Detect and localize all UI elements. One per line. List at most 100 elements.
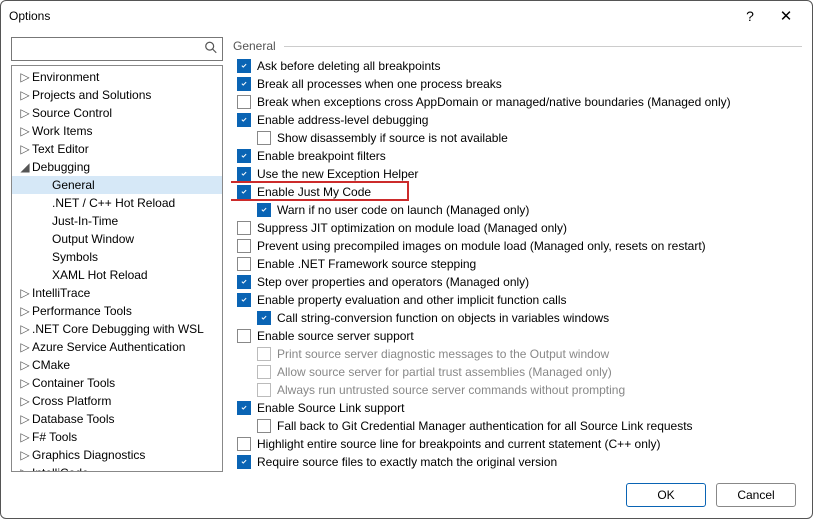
tree-item[interactable]: Output Window — [12, 230, 222, 248]
tree-item[interactable]: .NET / C++ Hot Reload — [12, 194, 222, 212]
option-row[interactable]: Use the new Exception Helper — [231, 165, 792, 183]
option-row[interactable]: Warn if no user code on launch (Managed … — [231, 201, 792, 219]
tree-item[interactable]: ▷Work Items — [12, 122, 222, 140]
option-row[interactable]: Call string-conversion function on objec… — [231, 309, 792, 327]
close-button[interactable]: ✕ — [768, 1, 804, 31]
option-label: Enable Source Link support — [257, 401, 404, 415]
option-row[interactable]: Enable address-level debugging — [231, 111, 792, 129]
option-row[interactable]: Break all processes when one process bre… — [231, 75, 792, 93]
expand-icon[interactable]: ▷ — [18, 88, 32, 102]
tree-item[interactable]: XAML Hot Reload — [12, 266, 222, 284]
tree-item-label: Cross Platform — [32, 394, 111, 408]
expand-icon[interactable]: ▷ — [18, 304, 32, 318]
option-row[interactable]: Enable .NET Framework source stepping — [231, 255, 792, 273]
tree-item[interactable]: ▷Azure Service Authentication — [12, 338, 222, 356]
checkbox[interactable] — [237, 239, 251, 253]
tree-item[interactable]: ▷Performance Tools — [12, 302, 222, 320]
option-row[interactable]: Prevent using precompiled images on modu… — [231, 237, 792, 255]
tree-item[interactable]: ▷IntelliCode — [12, 464, 222, 472]
option-row[interactable]: Ask before deleting all breakpoints — [231, 57, 792, 75]
expand-icon[interactable]: ▷ — [18, 70, 32, 84]
option-row[interactable]: Enable property evaluation and other imp… — [231, 291, 792, 309]
tree-item[interactable]: ▷.NET Core Debugging with WSL — [12, 320, 222, 338]
expand-icon[interactable]: ▷ — [18, 430, 32, 444]
option-label: Prevent using precompiled images on modu… — [257, 239, 706, 253]
option-row[interactable]: Require source files to exactly match th… — [231, 453, 792, 471]
options-list[interactable]: Ask before deleting all breakpointsBreak… — [231, 57, 802, 472]
tree-item-label: Output Window — [52, 232, 134, 246]
option-row: Allow source server for partial trust as… — [231, 363, 792, 381]
option-row[interactable]: Enable Source Link support — [231, 399, 792, 417]
tree-item[interactable]: Just-In-Time — [12, 212, 222, 230]
expand-icon[interactable]: ▷ — [18, 412, 32, 426]
search-icon[interactable] — [204, 41, 218, 58]
expand-icon[interactable]: ▷ — [18, 394, 32, 408]
tree-item[interactable]: General — [12, 176, 222, 194]
checkbox[interactable] — [237, 185, 251, 199]
checkbox[interactable] — [237, 95, 251, 109]
checkbox — [257, 383, 271, 397]
tree-item[interactable]: ▷Text Editor — [12, 140, 222, 158]
expand-icon[interactable]: ▷ — [18, 106, 32, 120]
checkbox[interactable] — [257, 131, 271, 145]
checkbox[interactable] — [237, 329, 251, 343]
search-input[interactable] — [12, 38, 222, 60]
checkbox[interactable] — [237, 437, 251, 451]
option-label: Call string-conversion function on objec… — [277, 311, 609, 325]
help-button[interactable]: ? — [732, 1, 768, 31]
option-row[interactable]: Enable Just My Code — [231, 183, 792, 201]
expand-icon[interactable]: ▷ — [18, 142, 32, 156]
expand-icon[interactable]: ▷ — [18, 358, 32, 372]
section-title: General — [233, 39, 276, 53]
tree-item[interactable]: ▷Projects and Solutions — [12, 86, 222, 104]
option-row[interactable]: Fall back to Git Credential Manager auth… — [231, 417, 792, 435]
option-label: Enable source server support — [257, 329, 414, 343]
option-row[interactable]: Break when exceptions cross AppDomain or… — [231, 93, 792, 111]
tree-item[interactable]: ▷Source Control — [12, 104, 222, 122]
tree-item[interactable]: ▷Database Tools — [12, 410, 222, 428]
tree-item[interactable]: ▷Cross Platform — [12, 392, 222, 410]
checkbox[interactable] — [237, 113, 251, 127]
collapse-icon[interactable]: ◢ — [18, 160, 32, 174]
checkbox[interactable] — [237, 275, 251, 289]
checkbox[interactable] — [257, 419, 271, 433]
option-row[interactable]: Highlight entire source line for breakpo… — [231, 435, 792, 453]
checkbox[interactable] — [237, 167, 251, 181]
tree-item[interactable]: ▷Container Tools — [12, 374, 222, 392]
option-row[interactable]: Enable breakpoint filters — [231, 147, 792, 165]
tree-item[interactable]: ▷CMake — [12, 356, 222, 374]
checkbox[interactable] — [257, 203, 271, 217]
checkbox[interactable] — [257, 311, 271, 325]
checkbox[interactable] — [237, 401, 251, 415]
checkbox[interactable] — [237, 221, 251, 235]
expand-icon[interactable]: ▷ — [18, 322, 32, 336]
checkbox[interactable] — [237, 149, 251, 163]
checkbox[interactable] — [237, 59, 251, 73]
tree-item[interactable]: ▷F# Tools — [12, 428, 222, 446]
option-label: Enable address-level debugging — [257, 113, 428, 127]
checkbox[interactable] — [237, 77, 251, 91]
option-row[interactable]: Enable source server support — [231, 327, 792, 345]
expand-icon[interactable]: ▷ — [18, 340, 32, 354]
tree-item-label: Projects and Solutions — [32, 88, 151, 102]
option-label: Enable Just My Code — [257, 185, 371, 199]
option-row[interactable]: Step over properties and operators (Mana… — [231, 273, 792, 291]
tree-item[interactable]: ▷Graphics Diagnostics — [12, 446, 222, 464]
expand-icon[interactable]: ▷ — [18, 124, 32, 138]
tree-item[interactable]: Symbols — [12, 248, 222, 266]
checkbox[interactable] — [237, 455, 251, 469]
ok-button[interactable]: OK — [626, 483, 706, 507]
checkbox[interactable] — [237, 257, 251, 271]
tree-item[interactable]: ◢Debugging — [12, 158, 222, 176]
checkbox[interactable] — [237, 293, 251, 307]
option-row[interactable]: Redirect all Output Window text to the I… — [231, 471, 792, 472]
expand-icon[interactable]: ▷ — [18, 376, 32, 390]
tree-item[interactable]: ▷IntelliTrace — [12, 284, 222, 302]
expand-icon[interactable]: ▷ — [18, 286, 32, 300]
expand-icon[interactable]: ▷ — [18, 448, 32, 462]
category-tree[interactable]: ▷Environment▷Projects and Solutions▷Sour… — [11, 65, 223, 472]
option-row[interactable]: Show disassembly if source is not availa… — [231, 129, 792, 147]
cancel-button[interactable]: Cancel — [716, 483, 796, 507]
option-row[interactable]: Suppress JIT optimization on module load… — [231, 219, 792, 237]
tree-item[interactable]: ▷Environment — [12, 68, 222, 86]
